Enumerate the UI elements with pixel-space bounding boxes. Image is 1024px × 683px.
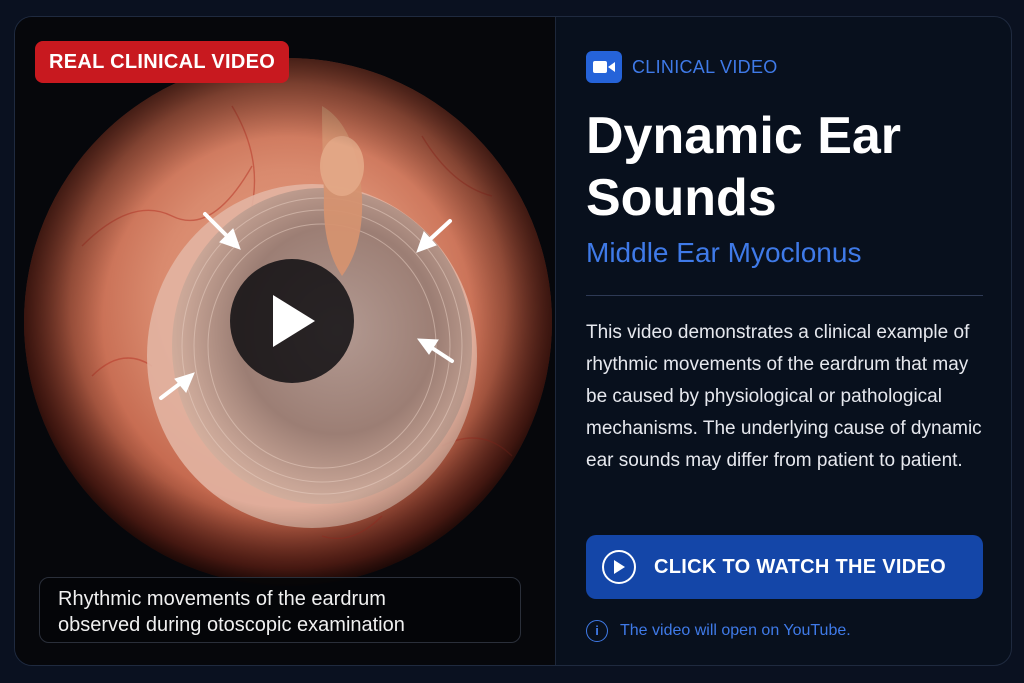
video-thumbnail[interactable]: REAL CLINICAL VIDEO Rhythmic movements o… <box>15 17 556 665</box>
watch-video-label: CLICK TO WATCH THE VIDEO <box>654 555 947 578</box>
caption-line-1: Rhythmic movements of the eardrum <box>58 588 386 610</box>
play-icon <box>273 295 315 347</box>
youtube-note: i The video will open on YouTube. <box>586 620 851 642</box>
video-description: This video demonstrates a clinical examp… <box>586 322 982 471</box>
watch-video-button[interactable]: CLICK TO WATCH THE VIDEO <box>586 535 983 599</box>
info-icon: i <box>586 620 608 642</box>
youtube-note-label: The video will open on YouTube. <box>620 622 851 639</box>
play-circle-icon <box>602 550 636 584</box>
caption-line-2: observed during otoscopic examination <box>58 614 405 636</box>
divider <box>586 295 983 296</box>
play-button[interactable] <box>230 259 354 383</box>
page-title: Dynamic Ear Sounds <box>586 107 902 227</box>
clinical-video-tag: CLINICAL VIDEO <box>586 51 778 83</box>
real-clinical-video-badge: REAL CLINICAL VIDEO <box>35 41 290 83</box>
video-info-panel: CLINICAL VIDEO Dynamic Ear Sounds Middle… <box>586 17 986 665</box>
page-subtitle: Middle Ear Myoclonus <box>586 237 862 268</box>
clinical-video-card: REAL CLINICAL VIDEO Rhythmic movements o… <box>14 16 1012 666</box>
video-caption: Rhythmic movements of the eardrum observ… <box>39 577 521 643</box>
tag-label: CLINICAL VIDEO <box>632 56 778 77</box>
video-camera-icon <box>586 51 622 83</box>
